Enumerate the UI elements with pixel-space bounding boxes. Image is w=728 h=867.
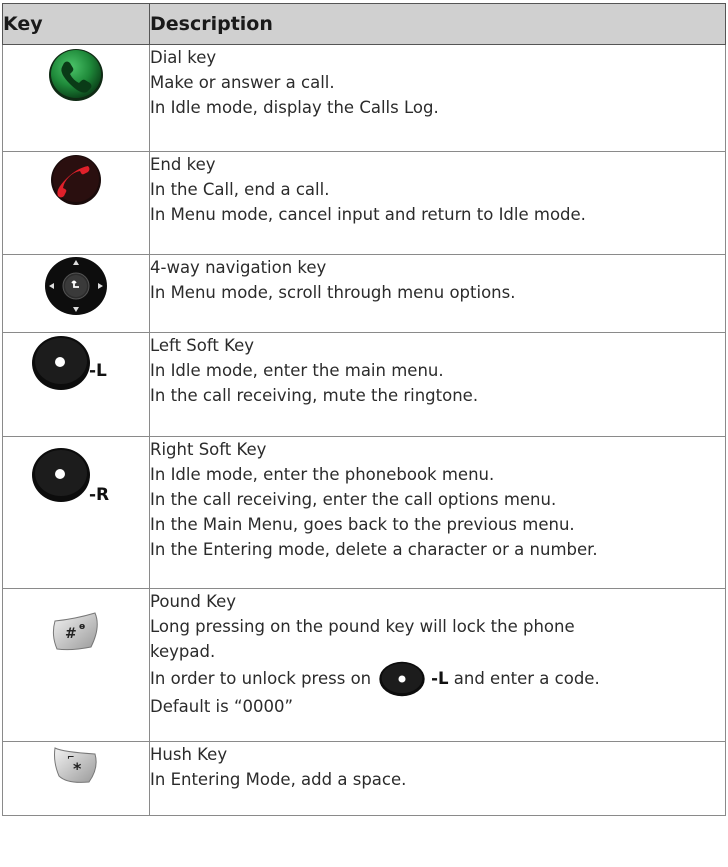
key-title: End key <box>150 155 216 174</box>
table-row: Dial key Make or answer a call. In Idle … <box>2 44 726 152</box>
description-cell: 4-way navigation key In Menu mode, scrol… <box>149 254 726 333</box>
description-line: In Menu mode, cancel input and return to… <box>150 205 586 224</box>
soft-key-icon <box>379 661 425 696</box>
key-title: Dial key <box>150 48 217 67</box>
left-soft-key-icon <box>32 336 90 390</box>
table-row: 4-way navigation key In Menu mode, scrol… <box>2 254 726 333</box>
svg-text:#: # <box>65 626 77 642</box>
description-cell: Right Soft Key In Idle mode, enter the p… <box>149 436 726 589</box>
description-line: In the Call, end a call. <box>150 180 330 199</box>
description-cell: End key In the Call, end a call. In Menu… <box>149 151 726 255</box>
right-soft-key-icon <box>32 448 90 502</box>
description-line: In Entering Mode, add a space. <box>150 770 407 789</box>
unlock-suffix: and enter a code. <box>453 669 600 688</box>
right-key-suffix: -R <box>89 485 110 505</box>
key-title: Right Soft Key <box>150 440 267 459</box>
description-line: In Idle mode, enter the main menu. <box>150 361 444 380</box>
header-description: Description <box>149 3 726 45</box>
table-header-row: Key Description <box>2 3 726 45</box>
description-cell: Hush Key In Entering Mode, add a space. <box>149 741 726 816</box>
key-cell <box>2 151 150 255</box>
description-line: Make or answer a call. <box>150 73 335 92</box>
default-code-line: Default is “0000” <box>150 697 294 716</box>
description-line: In the Entering mode, delete a character… <box>150 540 598 559</box>
description-line: In Idle mode, display the Calls Log. <box>150 98 439 117</box>
key-title: 4-way navigation key <box>150 258 327 277</box>
key-cell: -L <box>2 332 150 437</box>
header-key: Key <box>2 3 150 45</box>
left-key-suffix: -L <box>89 361 107 381</box>
unlock-key-label: -L <box>431 669 449 688</box>
key-cell <box>2 254 150 333</box>
description-line: In the call receiving, enter the call op… <box>150 490 557 509</box>
end-key-icon <box>51 155 101 205</box>
key-cell: -R <box>2 436 150 589</box>
hush-key-icon: ⌐ * <box>54 747 97 783</box>
unlock-line: In order to unlock press on -L and enter… <box>150 661 725 696</box>
key-cell: # ɵ <box>2 588 150 742</box>
description-line: In the Main Menu, goes back to the previ… <box>150 515 575 534</box>
table-row: -L Left Soft Key In Idle mode, enter the… <box>2 332 726 437</box>
table-row: ⌐ * Hush Key In Entering Mode, add a spa… <box>2 741 726 816</box>
key-title: Hush Key <box>150 745 228 764</box>
svg-text:*: * <box>73 759 82 778</box>
svg-text:ɵ: ɵ <box>79 622 85 632</box>
key-cell <box>2 44 150 152</box>
table-row: -R Right Soft Key In Idle mode, enter th… <box>2 436 726 589</box>
table-row: # ɵ Pound Key Long pressing on the pound… <box>2 588 726 742</box>
description-line: In Idle mode, enter the phonebook menu. <box>150 465 495 484</box>
keys-table: Key Description Dial key Make or answer … <box>2 3 726 816</box>
description-line: keypad. <box>150 642 216 661</box>
unlock-prefix: In order to unlock press on <box>150 669 372 688</box>
navigation-key-icon <box>45 257 107 315</box>
description-line: In Menu mode, scroll through menu option… <box>150 283 516 302</box>
table-row: End key In the Call, end a call. In Menu… <box>2 151 726 255</box>
key-cell: ⌐ * <box>2 741 150 816</box>
description-line: Long pressing on the pound key will lock… <box>150 617 575 636</box>
key-title: Pound Key <box>150 592 237 611</box>
dial-key-icon <box>49 49 103 101</box>
description-line: In the call receiving, mute the ringtone… <box>150 386 479 405</box>
description-cell: Left Soft Key In Idle mode, enter the ma… <box>149 332 726 437</box>
description-cell: Pound Key Long pressing on the pound key… <box>149 588 726 742</box>
description-cell: Dial key Make or answer a call. In Idle … <box>149 44 726 152</box>
pound-key-icon: # ɵ <box>52 612 98 651</box>
key-title: Left Soft Key <box>150 336 255 355</box>
